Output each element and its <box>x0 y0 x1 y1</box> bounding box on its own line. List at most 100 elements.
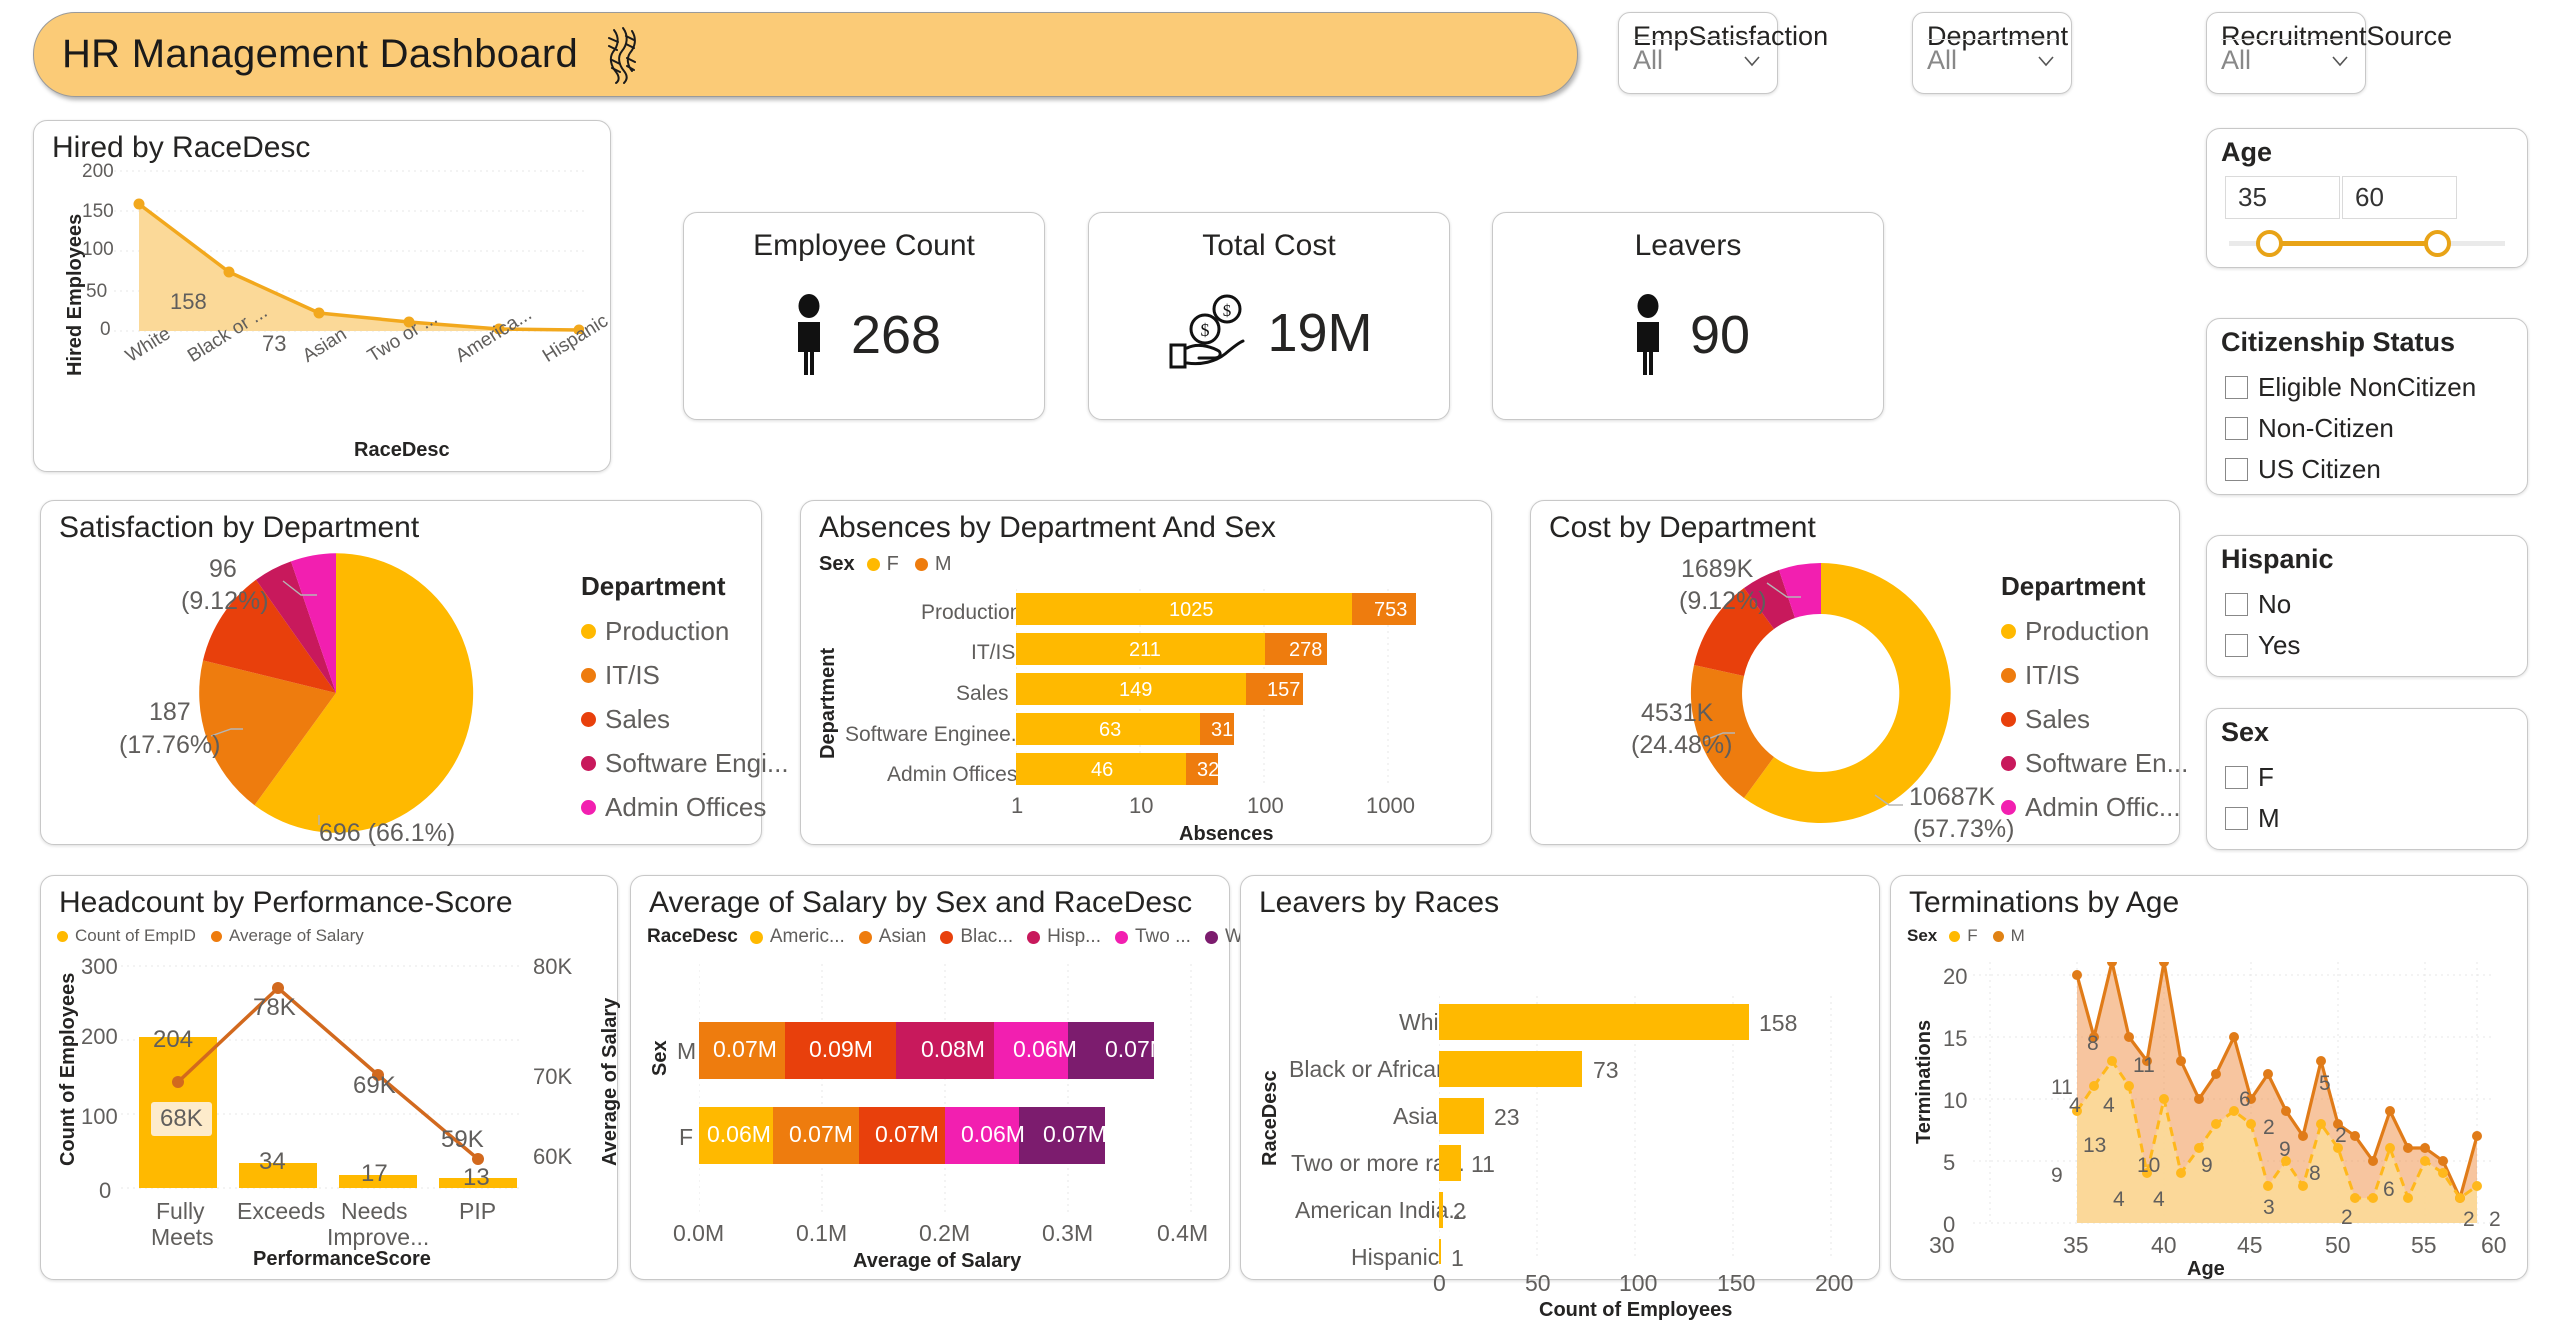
segment-value: 0.07M <box>1043 1121 1107 1148</box>
legend-item[interactable]: Production <box>581 609 789 653</box>
bar-value-m: 157 <box>1267 679 1300 702</box>
y2-axis-title: Average of Salary <box>599 998 622 1166</box>
age-slider-track[interactable] <box>2229 241 2505 246</box>
legend-item[interactable]: Software En... <box>2001 741 2188 785</box>
pie-label-value: 696 (66.1%) <box>319 819 455 848</box>
segment-value: 0.07M <box>1105 1036 1169 1063</box>
legend-label: IT/IS <box>2025 660 2080 691</box>
legend-item[interactable]: Sales <box>2001 697 2188 741</box>
pie-legend: Department Production IT/IS Sales Softwa… <box>581 571 789 829</box>
legend-swatch <box>581 712 596 727</box>
data-label: 13 <box>2083 1134 2106 1158</box>
data-label: 2 <box>2335 1124 2347 1148</box>
legend-item[interactable]: Software Engi... <box>581 741 789 785</box>
y-tick: M <box>677 1038 696 1065</box>
x-tick: Meets <box>151 1224 214 1251</box>
chart-cost-by-department: Cost by Department 1689K (9.12%) 4531K (… <box>1530 500 2180 845</box>
legend-item[interactable]: IT/IS <box>581 653 789 697</box>
y-tick: 10 <box>1943 1088 1967 1114</box>
legend-swatch <box>1027 931 1040 944</box>
x-tick: 200 <box>1815 1270 1853 1297</box>
x-axis-title: Count of Employees <box>1539 1299 1732 1322</box>
legend-swatch <box>940 931 953 944</box>
filter-hispanic[interactable]: Hispanic No Yes <box>2206 535 2528 677</box>
slicer-dropdown[interactable]: All <box>1927 39 2057 81</box>
age-slider-handle-max[interactable] <box>2424 230 2451 257</box>
slicer-empsatisfaction[interactable]: EmpSatisfaction All <box>1618 12 1778 94</box>
checkbox-non-citizen[interactable]: Non-Citizen <box>2207 408 2527 449</box>
filter-sex[interactable]: Sex F M <box>2206 708 2528 850</box>
legend-item[interactable]: Production <box>2001 609 2188 653</box>
legend-swatch <box>2001 624 2016 639</box>
checkbox-hispanic-no[interactable]: No <box>2207 584 2527 625</box>
y-tick: 5 <box>1943 1150 1955 1176</box>
checkbox-eligible-noncitizen[interactable]: Eligible NonCitizen <box>2207 367 2527 408</box>
legend-label: Sales <box>605 704 670 735</box>
legend-item[interactable]: Admin Offices <box>581 785 789 829</box>
pie-label-pct: (17.76%) <box>119 731 220 760</box>
slicer-dropdown[interactable]: All <box>2221 39 2351 81</box>
age-min-input[interactable]: 35 <box>2225 176 2340 219</box>
legend-item[interactable]: IT/IS <box>2001 653 2188 697</box>
filter-age[interactable]: Age 35 60 <box>2206 128 2528 268</box>
filter-title: Hispanic <box>2221 544 2334 575</box>
checkbox-us-citizen[interactable]: US Citizen <box>2207 449 2527 490</box>
age-max-input[interactable]: 60 <box>2342 176 2457 219</box>
legend-title: Sex <box>819 553 855 576</box>
filter-citizenship-status[interactable]: Citizenship Status Eligible NonCitizen N… <box>2206 318 2528 495</box>
data-label: 4 <box>2069 1094 2081 1118</box>
chart-title: Cost by Department <box>1549 511 1816 545</box>
x-tick: 1 <box>1011 793 1023 819</box>
x-tick: 60 <box>2481 1232 2507 1259</box>
legend-label: Americ... <box>770 926 845 948</box>
y-tick: 50 <box>86 281 107 303</box>
checkbox-icon[interactable] <box>2225 417 2248 440</box>
data-label: 9 <box>2051 1164 2063 1188</box>
kpi-title: Total Cost <box>1089 229 1449 263</box>
chart-terminations-by-age: Terminations by Age Sex F M Terminations… <box>1890 875 2528 1280</box>
kpi-body: $ $ 19M <box>1089 293 1449 373</box>
checkbox-icon[interactable] <box>2225 593 2248 616</box>
x-axis-title: Absences <box>1179 823 1274 846</box>
absences-legend: Sex F M <box>819 553 951 576</box>
checkbox-sex-f[interactable]: F <box>2207 757 2527 798</box>
legend-label-count: Count of EmpID <box>75 926 196 946</box>
age-range-inputs[interactable]: 35 60 <box>2225 176 2457 219</box>
slicer-department[interactable]: Department All <box>1912 12 2072 94</box>
page-title: HR Management Dashboard <box>62 32 578 77</box>
checkbox-sex-m[interactable]: M <box>2207 798 2527 839</box>
checkbox-hispanic-yes[interactable]: Yes <box>2207 625 2527 666</box>
legend-item[interactable]: Sales <box>581 697 789 741</box>
checkbox-icon[interactable] <box>2225 766 2248 789</box>
bar-value-m: 753 <box>1374 599 1407 622</box>
checkbox-icon[interactable] <box>2225 376 2248 399</box>
person-icon <box>1626 293 1670 377</box>
segment-value: 0.09M <box>809 1036 873 1063</box>
x-tick: 35 <box>2063 1232 2089 1259</box>
checkbox-icon[interactable] <box>2225 807 2248 830</box>
y-tick: 300 <box>81 954 118 980</box>
slicer-recruitmentsource[interactable]: RecruitmentSource All <box>2206 12 2366 94</box>
age-slider-handle-min[interactable] <box>2256 230 2283 257</box>
legend-label: Production <box>2025 616 2149 647</box>
segment-value: 0.07M <box>713 1036 777 1063</box>
data-label: 158 <box>170 289 207 315</box>
x-tick: Improve... <box>327 1224 429 1251</box>
checkbox-icon[interactable] <box>2225 458 2248 481</box>
data-label: 73 <box>262 331 286 357</box>
line-value: 68K <box>151 1102 212 1136</box>
bar-value-f: 63 <box>1099 719 1121 742</box>
dashboard-header-banner: HR Management Dashboard <box>33 12 1578 97</box>
checkbox-label: F <box>2258 762 2274 793</box>
checkbox-label: M <box>2258 803 2280 834</box>
slicer-dropdown[interactable]: All <box>1633 39 1763 81</box>
data-label: 2 <box>2463 1208 2475 1232</box>
svg-text:$: $ <box>1223 301 1232 320</box>
checkbox-icon[interactable] <box>2225 634 2248 657</box>
y-tick: Sales <box>956 682 1009 706</box>
x-tick: 50 <box>1525 1270 1551 1297</box>
legend-item[interactable]: Admin Offic... <box>2001 785 2188 829</box>
headcount-legend: Count of EmpID Average of Salary <box>57 926 364 946</box>
chart-title: Average of Salary by Sex and RaceDesc <box>649 886 1192 920</box>
bar-value: 2 <box>1453 1198 1466 1225</box>
